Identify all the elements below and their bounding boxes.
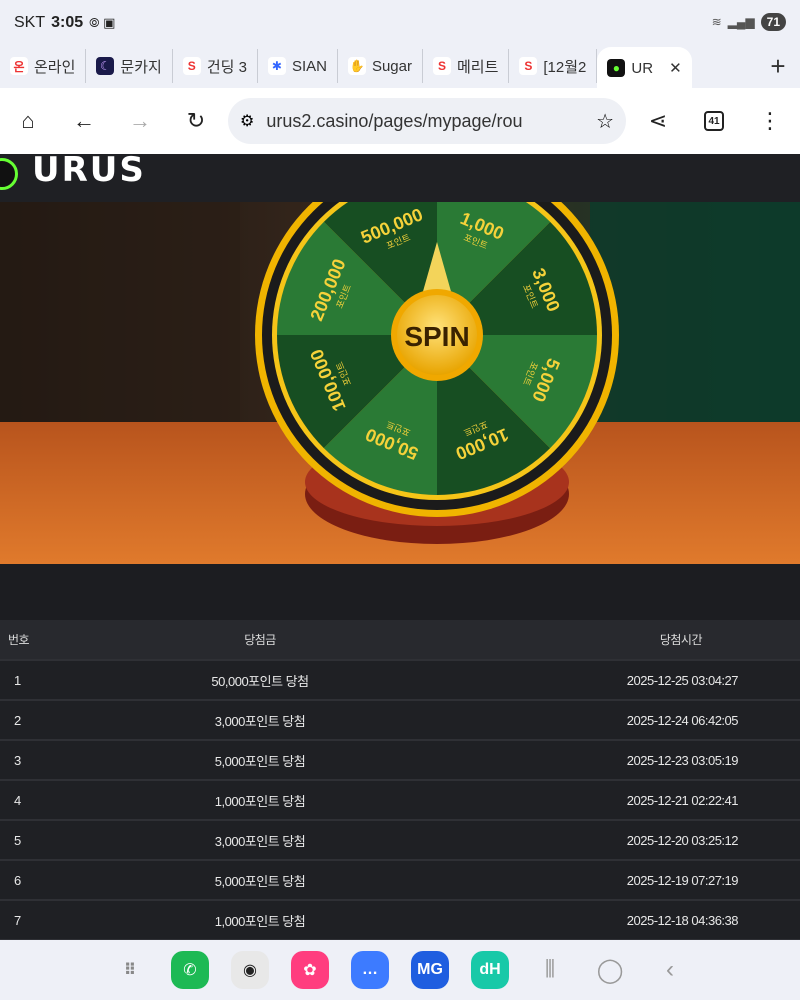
row-prize: 1,000포인트 당첨 (70, 780, 450, 821)
roulette-banner: 1,000 포인트 3,000 포인트 5,000 포인트 10,000 포인트 50,000 포… (0, 202, 800, 564)
bookmark-star-icon[interactable]: ☆ (596, 109, 614, 134)
row-prize: 1,000포인트 당첨 (70, 900, 450, 941)
table-row: 5 3,000포인트 당첨 2025-12-20 03:25:12 (0, 820, 800, 861)
forward-icon[interactable]: → (112, 93, 168, 149)
site-logo[interactable]: URUS (32, 150, 146, 190)
logo-mark-icon (0, 158, 18, 190)
back-nav-icon[interactable]: ‹ (651, 956, 689, 984)
messages-app-icon[interactable]: … (351, 951, 389, 989)
row-time: 2025-12-19 07:27:19 (450, 860, 800, 901)
spacer (0, 564, 800, 620)
tab-count: 41 (704, 111, 724, 131)
tab-label: 메리트 (456, 58, 499, 76)
more-menu-icon[interactable]: ⋮ (742, 93, 798, 149)
tab-favicon-icon: S (432, 57, 451, 75)
tab-label: UR (631, 59, 654, 77)
table-row: 6 5,000포인트 당첨 2025-12-19 07:27:19 (0, 860, 800, 901)
row-time: 2025-12-21 02:22:41 (450, 780, 800, 821)
table-row: 4 1,000포인트 당첨 2025-12-21 02:22:41 (0, 780, 800, 821)
table-row: 7 1,000포인트 당첨 2025-12-18 04:36:38 (0, 900, 800, 941)
camera-app-icon[interactable]: ◉ (231, 951, 269, 989)
tab-label: [12월2 (543, 58, 587, 76)
battery-icon: 71 (760, 13, 786, 31)
header-prize: 당첨금 (70, 620, 450, 661)
row-num: 4 (0, 780, 70, 821)
browser-tab[interactable]: S 건딩 3 (173, 49, 258, 83)
row-prize: 3,000포인트 당첨 (70, 820, 450, 861)
tab-label: 문카지 (120, 58, 162, 76)
status-bar: SKT 3:05 ⦾ ▣ ≋ ▂▄▆ 71 (0, 0, 800, 44)
header-num: 번호 (0, 620, 70, 661)
browser-tab[interactable]: S [12월2 (509, 49, 598, 83)
table-header-row: 번호 당첨금 당첨시간 (0, 620, 800, 661)
row-time: 2025-12-24 06:42:05 (450, 700, 800, 741)
row-prize: 5,000포인트 당첨 (70, 740, 450, 781)
row-time: 2025-12-25 03:04:27 (450, 660, 800, 701)
row-prize: 50,000포인트 당첨 (70, 660, 450, 701)
site-settings-icon[interactable]: ⚙ (240, 111, 254, 131)
row-num: 2 (0, 700, 70, 741)
table-row: 1 50,000포인트 당첨 2025-12-25 03:04:27 (0, 660, 800, 701)
row-prize: 5,000포인트 당첨 (70, 860, 450, 901)
row-num: 5 (0, 820, 70, 861)
mg-app-icon[interactable]: MG (411, 951, 449, 989)
share-icon[interactable]: ⋖ (630, 93, 686, 149)
browser-tab[interactable]: S 메리트 (423, 49, 510, 83)
table-row: 2 3,000포인트 당첨 2025-12-24 06:42:05 (0, 700, 800, 741)
phone-app-icon[interactable]: ✆ (171, 951, 209, 989)
tab-favicon-icon: S (182, 57, 201, 75)
reload-icon[interactable]: ↻ (168, 93, 224, 149)
site-header: URUS (0, 150, 800, 202)
home-nav-icon[interactable]: ◯ (591, 956, 629, 985)
win-history-table: 번호 당첨금 당첨시간 1 50,000포인트 당첨 2025-12-25 03:0… (0, 620, 800, 941)
roulette-scene: 1,000포인트3,000포인트5,000포인트10,000포인트50,000포… (0, 202, 800, 564)
browser-tab[interactable]: ☾ 문카지 (86, 49, 173, 83)
row-time: 2025-12-18 04:36:38 (450, 900, 800, 941)
url-text[interactable]: urus2.casino/pages/mypage/rou (266, 111, 584, 132)
browser-tab[interactable]: ✋ Sugar (338, 49, 423, 83)
browser-tab[interactable]: ● UR ✕ (597, 47, 692, 89)
tab-label: 온라인 (34, 58, 76, 76)
tab-favicon-icon: ✋ (347, 57, 366, 75)
header-time: 당첨시간 (450, 620, 800, 661)
tab-favicon-icon: ✱ (267, 57, 286, 75)
new-tab-button[interactable]: + (756, 51, 800, 82)
tab-favicon-icon: ☾ (96, 57, 115, 75)
browser-tab[interactable]: ✱ SIAN (258, 49, 338, 83)
row-time: 2025-12-23 03:05:19 (450, 740, 800, 781)
home-icon[interactable]: ⌂ (0, 93, 56, 149)
screenshot-icon: ⦾ ▣ (89, 15, 116, 30)
gallery-app-icon[interactable]: ✿ (291, 951, 329, 989)
browser-tab[interactable]: 온 온라인 (0, 49, 87, 83)
back-icon[interactable]: ← (56, 93, 112, 149)
tab-label: SIAN (291, 57, 327, 75)
row-num: 3 (0, 740, 70, 781)
row-num: 1 (0, 660, 70, 701)
address-bar[interactable]: ⚙ urus2.casino/pages/mypage/rou ☆ (228, 98, 626, 144)
wifi-icon: ≋ (711, 15, 722, 29)
clock: 3:05 (51, 14, 84, 31)
row-time: 2025-12-20 03:25:12 (450, 820, 800, 861)
close-tab-icon[interactable]: ✕ (669, 59, 682, 77)
tab-favicon-icon: ● (607, 59, 626, 77)
tab-switcher-button[interactable]: 41 (686, 93, 742, 149)
row-num: 6 (0, 860, 70, 901)
spin-label[interactable]: SPIN (404, 321, 469, 352)
tab-favicon-icon: S (519, 57, 538, 75)
row-prize: 3,000포인트 당첨 (70, 700, 450, 741)
android-nav-bar: ⠿ ✆ ◉ ✿ … MG dH ⦀ ◯ ‹ (0, 940, 800, 1000)
tab-label: Sugar (371, 57, 412, 75)
dh-app-icon[interactable]: dH (471, 951, 509, 989)
row-num: 7 (0, 900, 70, 941)
signal-icon: ▂▄▆ (727, 15, 755, 29)
recents-icon[interactable]: ⦀ (531, 956, 569, 984)
browser-tab-strip: 온 온라인 ☾ 문카지 S 건딩 3 ✱ SIAN ✋ Sugar S 메리트 S [12월2 ● UR ✕ + (0, 44, 800, 89)
apps-grid-icon[interactable]: ⠿ (111, 951, 149, 989)
carrier: SKT (14, 14, 46, 31)
tab-label: 건딩 3 (206, 58, 247, 76)
browser-toolbar: ⌂ ← → ↻ ⚙ urus2.casino/pages/mypage/rou … (0, 88, 800, 154)
table-row: 3 5,000포인트 당첨 2025-12-23 03:05:19 (0, 740, 800, 781)
tab-favicon-icon: 온 (10, 57, 28, 75)
